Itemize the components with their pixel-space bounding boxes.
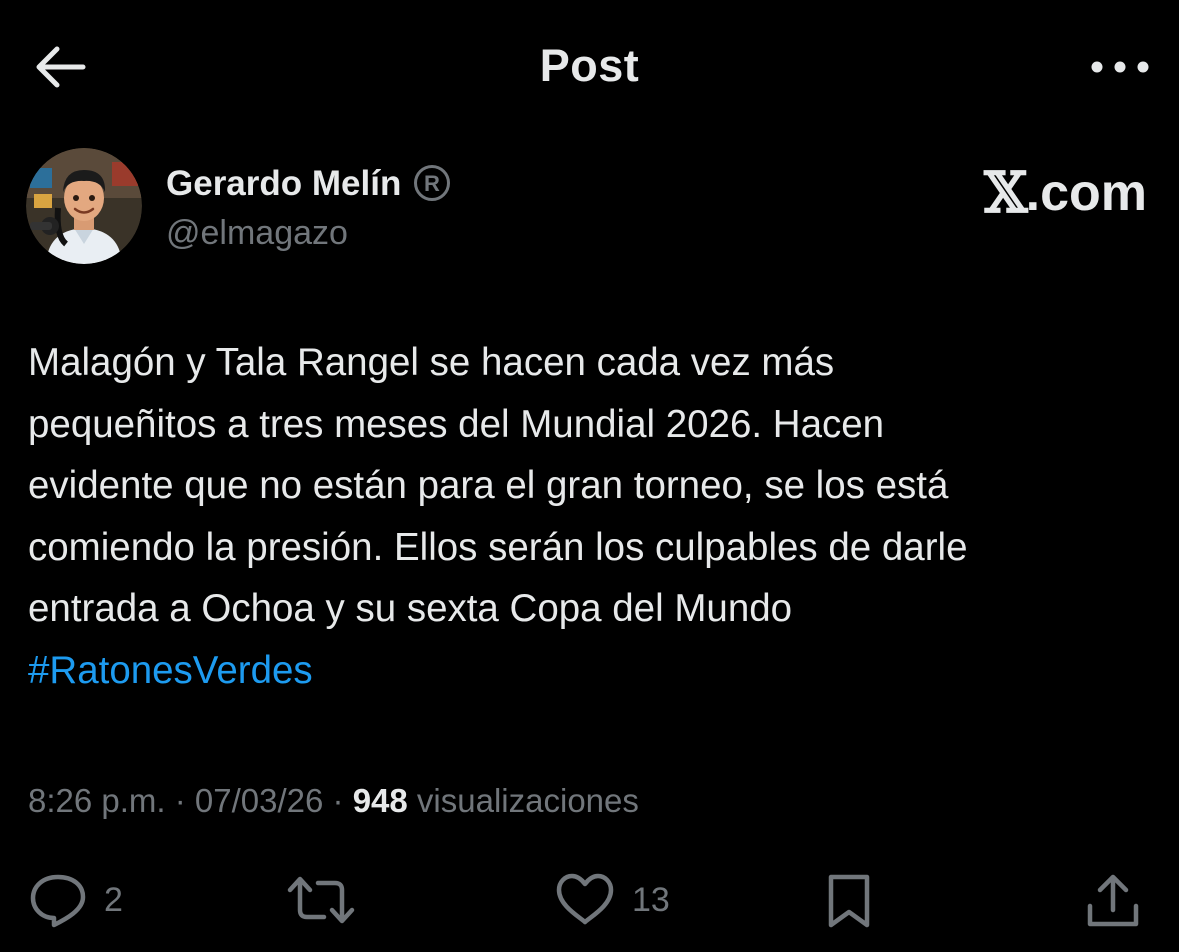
reply-count: 2 (104, 880, 123, 919)
post-line: comiendo la presión. Ellos serán los cul… (28, 525, 968, 569)
brand-domain: .com (1025, 164, 1147, 222)
share-icon (1087, 874, 1139, 927)
reply-icon (30, 874, 86, 928)
x-com-watermark: 𝕏 .com (984, 160, 1147, 226)
views-label: visualizaciones (407, 782, 639, 819)
top-bar: Post (0, 0, 1179, 132)
x-logo-icon: 𝕏 (984, 160, 1027, 226)
avatar[interactable] (26, 148, 142, 264)
post-line: evidente que no están para el gran torne… (28, 464, 949, 507)
post-text: Malagón y Tala Rangel se hacen cada vez … (28, 332, 1153, 701)
author-name[interactable]: Gerardo Melín R (166, 164, 451, 204)
bookmark-icon (828, 874, 870, 928)
post-meta: 8:26 p.m. · 07/03/26 · 948 visualizacion… (28, 782, 639, 820)
registered-icon: R (414, 164, 451, 201)
post-line: Malagón y Tala Rangel se hacen cada vez … (28, 341, 835, 384)
page-title: Post (539, 40, 640, 91)
more-horizontal-icon (1091, 61, 1149, 73)
bookmark-button[interactable] (824, 872, 874, 930)
share-button[interactable] (1084, 872, 1142, 930)
repost-icon (287, 876, 355, 924)
like-count: 13 (632, 880, 670, 919)
meta-separator: · (323, 782, 353, 819)
action-bar: 2 13 (0, 862, 1179, 942)
author-handle[interactable]: @elmagazo (166, 214, 348, 253)
post-line: pequeñitos a tres meses del Mundial 2026… (28, 402, 885, 446)
hashtag-link[interactable]: #RatonesVerdes (28, 649, 313, 692)
post-time: 8:26 p.m. (28, 782, 166, 819)
more-options-button[interactable] (1085, 44, 1155, 90)
svg-text:R: R (424, 171, 440, 196)
heart-icon (556, 873, 614, 925)
post-date: 07/03/26 (194, 782, 324, 819)
repost-button[interactable] (286, 872, 372, 928)
views-count[interactable]: 948 (353, 782, 408, 819)
like-button[interactable]: 13 (554, 872, 670, 928)
avatar-cartoon-icon (26, 148, 142, 264)
reply-button[interactable]: 2 (28, 872, 123, 928)
post-line: entrada a Ochoa y su sexta Copa del Mund… (28, 587, 793, 630)
author-name-text: Gerardo Melín (166, 164, 402, 203)
meta-separator: · (165, 782, 195, 819)
